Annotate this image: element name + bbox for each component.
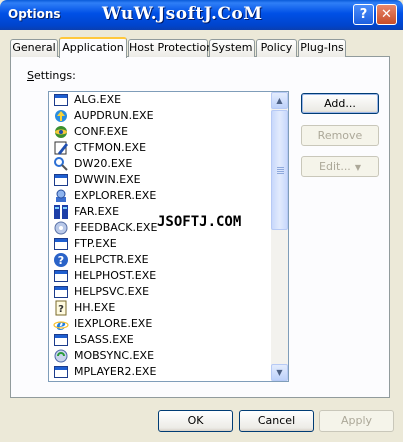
- settings-list-item[interactable]: FTP.EXE: [49, 236, 271, 252]
- settings-list-item-name: CONF.EXE: [74, 125, 129, 138]
- settings-list-item-name: FTP.EXE: [74, 237, 117, 250]
- explorer-icon: [53, 188, 69, 204]
- help-icon: ?: [53, 252, 69, 268]
- window-icon: [53, 92, 69, 108]
- help-button[interactable]: ?: [353, 4, 374, 25]
- site-watermark: WuW.JsoftJ.CoM: [102, 4, 263, 24]
- settings-list-item-name: HELPHOST.EXE: [74, 269, 157, 282]
- settings-list-item-name: EXPLORER.EXE: [74, 189, 157, 202]
- settings-list-item[interactable]: ALG.EXE: [49, 92, 271, 108]
- question-mark-icon: ?: [359, 7, 368, 22]
- window-icon: [53, 332, 69, 348]
- arrow-up-icon: ▲: [276, 96, 283, 105]
- tab-policy[interactable]: Policy: [256, 39, 297, 57]
- sync-icon: [53, 348, 69, 364]
- settings-list-item[interactable]: HELPSVC.EXE: [49, 284, 271, 300]
- settings-list-item-name: DW20.EXE: [74, 157, 133, 170]
- tab-system[interactable]: System: [209, 39, 255, 57]
- settings-list-items: ALG.EXE AUPDRUN.EXE CONF.EXE CTFMON.EXE DW20…: [49, 92, 271, 380]
- svg-text:e: e: [56, 316, 66, 332]
- cancel-button[interactable]: Cancel: [239, 410, 314, 432]
- pen-icon: [53, 140, 69, 156]
- settings-list-item[interactable]: e IEXPLORE.EXE: [49, 316, 271, 334]
- settings-list[interactable]: ALG.EXE AUPDRUN.EXE CONF.EXE CTFMON.EXE DW20…: [48, 91, 289, 382]
- edit-button-label: Edit...: [319, 160, 351, 173]
- arrow-down-icon: ▼: [276, 368, 283, 377]
- dropdown-arrow-icon: ▼: [354, 163, 361, 172]
- settings-list-item[interactable]: AUPDRUN.EXE: [49, 108, 271, 124]
- scroll-down-button[interactable]: ▼: [271, 364, 288, 381]
- settings-list-item[interactable]: DWWIN.EXE: [49, 172, 271, 188]
- settings-list-item-name: FAR.EXE: [74, 205, 120, 218]
- feedback-icon: [53, 220, 69, 236]
- title-bar[interactable]: Options WuW.JsoftJ.CoM ? ✕: [0, 0, 403, 30]
- settings-list-item[interactable]: ? HELPCTR.EXE: [49, 252, 271, 268]
- ok-button-label: OK: [187, 414, 204, 427]
- window-icon: [53, 268, 69, 284]
- grip-icon: [277, 167, 284, 175]
- ok-button[interactable]: OK: [158, 410, 233, 432]
- conference-icon: [53, 124, 69, 140]
- update-icon: [53, 108, 69, 124]
- window-icon: [53, 172, 69, 188]
- settings-list-item-name: MPLAYER2.EXE: [74, 365, 157, 378]
- svg-text:?: ?: [58, 254, 64, 267]
- settings-list-item[interactable]: HELPHOST.EXE: [49, 268, 271, 284]
- settings-list-item[interactable]: LSASS.EXE: [49, 332, 271, 348]
- add-button-label: Add...: [324, 97, 356, 110]
- svg-text:?: ?: [58, 304, 64, 315]
- window-title: Options: [8, 7, 61, 21]
- settings-list-item-name: IEXPLORE.EXE: [74, 317, 153, 330]
- window-icon: [53, 236, 69, 252]
- settings-list-item-name: ALG.EXE: [74, 93, 122, 106]
- settings-list-item[interactable]: CTFMON.EXE: [49, 140, 271, 156]
- scroll-thumb[interactable]: [271, 110, 288, 230]
- add-button[interactable]: Add...: [301, 93, 379, 114]
- far-manager-icon: [53, 204, 69, 220]
- apply-button[interactable]: Apply: [319, 410, 394, 432]
- help-file-icon: ?: [53, 300, 69, 316]
- remove-button[interactable]: Remove: [301, 125, 379, 146]
- window-icon: [53, 364, 69, 380]
- settings-list-item-name: HELPSVC.EXE: [74, 285, 150, 298]
- settings-list-item-name: DWWIN.EXE: [74, 173, 141, 186]
- close-icon: ✕: [381, 7, 392, 22]
- settings-label-rest: ettings:: [33, 69, 76, 82]
- settings-label: Settings:: [27, 69, 76, 82]
- settings-list-item[interactable]: EXPLORER.EXE: [49, 188, 271, 204]
- dr-watson-icon: [53, 156, 69, 172]
- options-dialog: Options WuW.JsoftJ.CoM ? ✕ General Appli…: [0, 0, 403, 442]
- tab-general[interactable]: General: [10, 39, 58, 57]
- vertical-scrollbar[interactable]: ▲ ▼: [271, 92, 288, 381]
- settings-list-item-name: LSASS.EXE: [74, 333, 134, 346]
- tab-host-protection[interactable]: Host Protection: [128, 39, 213, 57]
- settings-list-item-name: AUPDRUN.EXE: [74, 109, 154, 122]
- scroll-up-button[interactable]: ▲: [271, 92, 288, 109]
- edit-button[interactable]: Edit... ▼: [301, 156, 379, 177]
- settings-list-item[interactable]: MOBSYNC.EXE: [49, 348, 271, 364]
- settings-list-item[interactable]: ? HH.EXE: [49, 300, 271, 316]
- settings-list-item-name: MOBSYNC.EXE: [74, 349, 155, 362]
- settings-list-item-name: CTFMON.EXE: [74, 141, 147, 154]
- settings-list-item[interactable]: CONF.EXE: [49, 124, 271, 140]
- overlay-watermark: JSOFTJ.COM: [157, 214, 242, 230]
- apply-button-label: Apply: [340, 414, 373, 427]
- tab-plug-ins[interactable]: Plug-Ins: [298, 39, 346, 57]
- settings-list-item-name: HELPCTR.EXE: [74, 253, 149, 266]
- cancel-button-label: Cancel: [257, 414, 296, 427]
- tab-application[interactable]: Application: [59, 37, 127, 58]
- settings-list-item[interactable]: MPLAYER2.EXE: [49, 364, 271, 380]
- window-icon: [53, 284, 69, 300]
- internet-explorer-icon: e: [53, 316, 69, 334]
- settings-label-accelerator: S: [27, 69, 34, 82]
- close-button[interactable]: ✕: [376, 4, 397, 25]
- settings-list-item-name: HH.EXE: [74, 301, 116, 314]
- settings-list-item[interactable]: DW20.EXE: [49, 156, 271, 172]
- settings-list-item-name: FEEDBACK.EXE: [74, 221, 158, 234]
- remove-button-label: Remove: [317, 129, 363, 142]
